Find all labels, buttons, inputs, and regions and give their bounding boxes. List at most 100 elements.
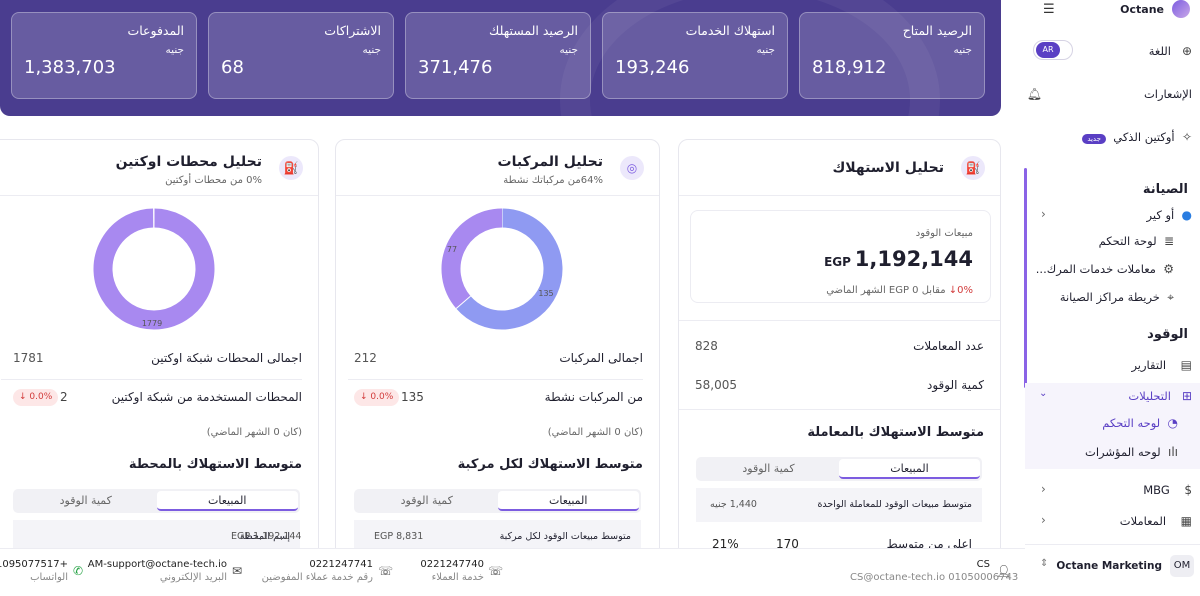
account-avatar: OM [1170, 555, 1194, 577]
item-label: لوحه التحكم [1102, 416, 1161, 430]
donut-segment[interactable] [93, 208, 215, 330]
sidebar-item-mbg[interactable]: $ MBG [1143, 483, 1192, 497]
account-switcher[interactable]: OM Octane Marketing ⇕ [1025, 544, 1200, 590]
sidebar-item-service-map[interactable]: ⌖ خريطة مراكز الصيانة [1060, 290, 1174, 305]
tab-fuel-quantity[interactable]: كمية الوقود [356, 491, 498, 511]
row-value: 212 [354, 351, 377, 365]
phone-number: 0221247741 [309, 559, 373, 570]
brand-name: Octane [1120, 3, 1164, 16]
gauge-icon: ◔ [1167, 416, 1178, 430]
row-value: 58,005 [695, 378, 737, 392]
kpi-unit: جنيه [559, 44, 578, 56]
item-label: لوحة التحكم [1098, 234, 1157, 248]
kpi-services-consumption[interactable]: استهلاك الخدمات جنيه 193,246 [602, 12, 788, 99]
ai-label: أوكتين الذكي [1113, 130, 1175, 144]
card-header: ⛽ تحليل محطات اوكتين 0% من محطات أوكتين [0, 140, 318, 196]
column-header: متوسط مبيعات الوقود للمعاملة الواحدة [817, 499, 972, 510]
tab-sales[interactable]: المبيعات [839, 459, 980, 479]
octane-logo [1172, 0, 1190, 18]
fuel-sales-box: مبيعات الوقود EGP 1,192,144 ↓0% مقابل EG… [690, 210, 991, 303]
octane-ai-item[interactable]: ✧ أوكتين الذكي جديد [1082, 130, 1192, 144]
item-label: لوحه المؤشرات [1085, 445, 1161, 459]
card-header: ◎ تحليل المركبات 64%من مركباتك نشطة [336, 140, 659, 196]
user-name: CS [976, 559, 990, 570]
card-title: تحليل المركبات [497, 154, 603, 170]
sidebar-item-ocare[interactable]: ● أو كير [1147, 208, 1193, 222]
change-badge: ↓ 0.0% [354, 389, 400, 406]
expand-icon: ⇕ [1040, 558, 1049, 569]
vehicles-active-row: من المركبات نشطة 135 ↓ 0.0% [348, 386, 643, 410]
kpi-title: الرصيد المستهلك [489, 23, 578, 38]
item-label: MBG [1143, 483, 1170, 497]
box-amount: EGP 1,192,144 [824, 247, 973, 271]
fuel-quantity-row: كمية الوقود 58,005 [691, 374, 984, 398]
stations-analysis-card: ⛽ تحليل محطات اوكتين 0% من محطات أوكتين … [0, 139, 319, 559]
language-toggle[interactable]: AR [1033, 40, 1073, 60]
row-value: 2 [60, 390, 68, 404]
sidebar-item-service-transactions[interactable]: ⚙ معاملات خدمات المرك... [1036, 262, 1174, 276]
mail-icon: ✉ [232, 564, 243, 578]
item-label: المعاملات [1119, 514, 1167, 528]
column-header-value: 1,440 جنيه [710, 499, 757, 510]
sidebar-item-dashboard[interactable]: ≣ لوحة التحكم [1099, 234, 1174, 248]
table-header: متوسط مبيعات الوقود للمعاملة الواحدة 1,4… [696, 488, 982, 522]
phone-number: 0221247740 [420, 559, 484, 570]
change-badge: ↓0% [948, 285, 973, 296]
kpi-unit: جنيه [165, 44, 184, 56]
footer-whatsapp[interactable]: +201095077517 الواتساب [0, 559, 68, 583]
sidebar: Octane ☰ ⊕ اللغة AR 🔔︎ الإشعارات ✧ أوكتين… [1025, 0, 1200, 596]
kpi-value: 818,912 [812, 57, 887, 78]
dollar-icon: $ [1184, 483, 1192, 497]
kpi-subscriptions[interactable]: الاشتراكات جنيه 68 [208, 12, 394, 99]
chevron-left-icon[interactable]: ‹ [1041, 207, 1046, 221]
transactions-row: عدد المعاملات 828 [691, 335, 984, 359]
compare-text: مقابل EGP 0 الشهر الماضي [826, 285, 946, 296]
maintenance-section-title: الصيانة [1142, 182, 1188, 197]
sidebar-item-analytics-dashboard[interactable]: ◔ لوحه التحكم [1102, 416, 1178, 430]
account-name: Octane Marketing [1056, 560, 1162, 572]
kpi-consumed-balance[interactable]: الرصيد المستهلك جنيه 371,476 [405, 12, 591, 99]
vehicles-donut-chart: 135 77 [441, 208, 563, 330]
row-label: من المركبات نشطة [544, 390, 643, 404]
row-value: 828 [695, 339, 718, 353]
email-address: AM-support@octane-tech.io [87, 559, 227, 570]
donut-value-label: 1779 [142, 319, 162, 328]
footer-customer-service[interactable]: 0221247740 خدمة العملاء [400, 559, 484, 583]
sidebar-item-indicators[interactable]: ılı لوحه المؤشرات [1085, 445, 1178, 459]
new-badge: جديد [1082, 134, 1106, 144]
kpi-payments[interactable]: المدفوعات جنيه 1,383,703 [11, 12, 197, 99]
tab-fuel-quantity[interactable]: كمية الوقود [698, 459, 839, 479]
donut-segment[interactable] [441, 208, 503, 309]
box-compare-row: ↓0% مقابل EGP 0 الشهر الماضي [826, 285, 973, 296]
phone-icon: ☏ [378, 564, 394, 578]
kpi-value: 1,383,703 [24, 57, 116, 78]
sidebar-item-reports[interactable]: ▤ التقارير [1131, 358, 1192, 372]
row-label: اجمالى المحطات شبكة اوكتين [151, 351, 302, 365]
gas-station-icon: ⛽ [279, 156, 303, 180]
change-badge: ↓ 0.0% [13, 389, 59, 406]
notifications-item[interactable]: 🔔︎ الإشعارات [1027, 87, 1192, 101]
donut-value-label: 77 [447, 245, 457, 254]
tab-sales[interactable]: المبيعات [156, 491, 298, 511]
change-value: 0% [957, 285, 973, 296]
chevron-down-icon[interactable]: ⌄ [1039, 388, 1047, 399]
footer-email[interactable]: AM-support@octane-tech.io البريد الإلكتر… [87, 559, 227, 583]
whatsapp-number: +201095077517 [0, 559, 68, 570]
menu-toggle-icon[interactable]: ☰ [1043, 2, 1055, 17]
chevron-left-icon[interactable]: ‹ [1041, 513, 1046, 527]
tab-sales[interactable]: المبيعات [497, 491, 639, 511]
sidebar-item-transactions[interactable]: ▦ المعاملات [1120, 514, 1192, 528]
whatsapp-label: الواتساب [30, 572, 68, 583]
sidebar-item-analytics[interactable]: ⊞ التحليلات [1128, 389, 1192, 403]
chevron-left-icon[interactable]: ‹ [1041, 482, 1046, 496]
kpi-available-balance[interactable]: الرصيد المتاح جنيه 818,912 [799, 12, 985, 99]
row-label: المحطات المستخدمة من شبكة اوكتين [111, 390, 302, 404]
user-detail: CS@octane-tech.io 01050006743 [850, 572, 1019, 583]
kpi-value: 68 [221, 57, 244, 78]
column-header-value: EGP 1,192,144 [231, 531, 302, 542]
kpi-unit: جنيه [756, 44, 775, 56]
tab-fuel-quantity[interactable]: كمية الوقود [15, 491, 157, 511]
box-value: 1,192,144 [854, 247, 973, 271]
phone-icon: ☏ [488, 564, 504, 578]
footer-authorized-service[interactable]: 0221247741 رقم خدمة عملاء المفوضين [240, 559, 373, 583]
